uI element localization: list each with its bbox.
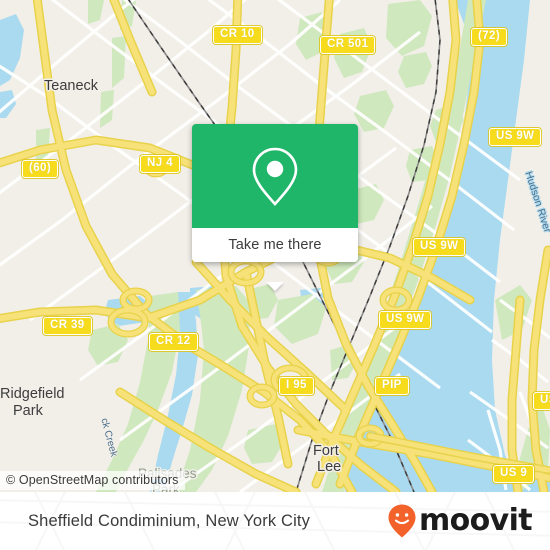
osm-attribution[interactable]: © OpenStreetMap contributors <box>0 471 185 490</box>
take-me-there-label: Take me there <box>228 237 322 253</box>
footer-bar: Sheffield Condiminium, New York City moo… <box>0 492 550 550</box>
card-header <box>192 124 358 228</box>
card-pointer-tail <box>266 282 284 291</box>
moovit-place-page: TeaneckRidgefieldParkFortLeePalisadesPar… <box>0 0 550 550</box>
moovit-logo[interactable]: moovit <box>387 492 533 550</box>
take-me-there-card[interactable]: Take me there <box>192 124 358 291</box>
place-name-label: Sheffield Condiminium, New York City <box>28 511 311 530</box>
map-pin-icon <box>252 147 298 206</box>
moovit-smiley-pin-icon <box>388 504 416 538</box>
page-title: Sheffield Condiminium, New York City <box>28 492 310 550</box>
moovit-wordmark: moovit <box>418 503 533 538</box>
take-me-there-button[interactable]: Take me there <box>192 228 358 262</box>
